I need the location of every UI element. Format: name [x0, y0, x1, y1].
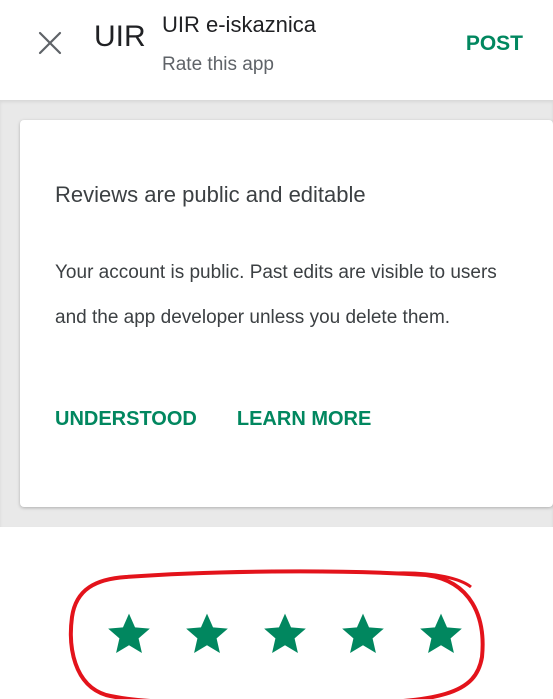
learn-more-button[interactable]: LEARN MORE [237, 408, 371, 431]
star-icon-4[interactable] [338, 609, 388, 659]
star-rating-section [0, 527, 553, 699]
top-app-bar: UIR UIR e-iskaznica Rate this app POST [0, 0, 553, 100]
dialog-backdrop: Reviews are public and editable Your acc… [0, 100, 553, 527]
star-icon-5[interactable] [416, 609, 466, 659]
card-actions: UNDERSTOOD LEARN MORE [55, 408, 371, 431]
star-icon-3[interactable] [260, 609, 310, 659]
reviews-info-card: Reviews are public and editable Your acc… [20, 120, 553, 507]
page-subtitle: Rate this app [162, 54, 274, 75]
app-title: UIR e-iskaznica [162, 12, 317, 37]
post-button[interactable]: POST [466, 32, 523, 56]
card-heading: Reviews are public and editable [55, 182, 366, 207]
rate-app-screen: UIR UIR e-iskaznica Rate this app POST R… [0, 0, 553, 699]
star-icon-1[interactable] [104, 609, 154, 659]
app-icon-text: UIR [94, 20, 146, 53]
stars-row [104, 609, 466, 659]
star-icon-2[interactable] [182, 609, 232, 659]
card-body-text: Your account is public. Past edits are v… [55, 262, 497, 328]
understood-button[interactable]: UNDERSTOOD [55, 408, 197, 431]
close-icon[interactable] [34, 24, 66, 62]
